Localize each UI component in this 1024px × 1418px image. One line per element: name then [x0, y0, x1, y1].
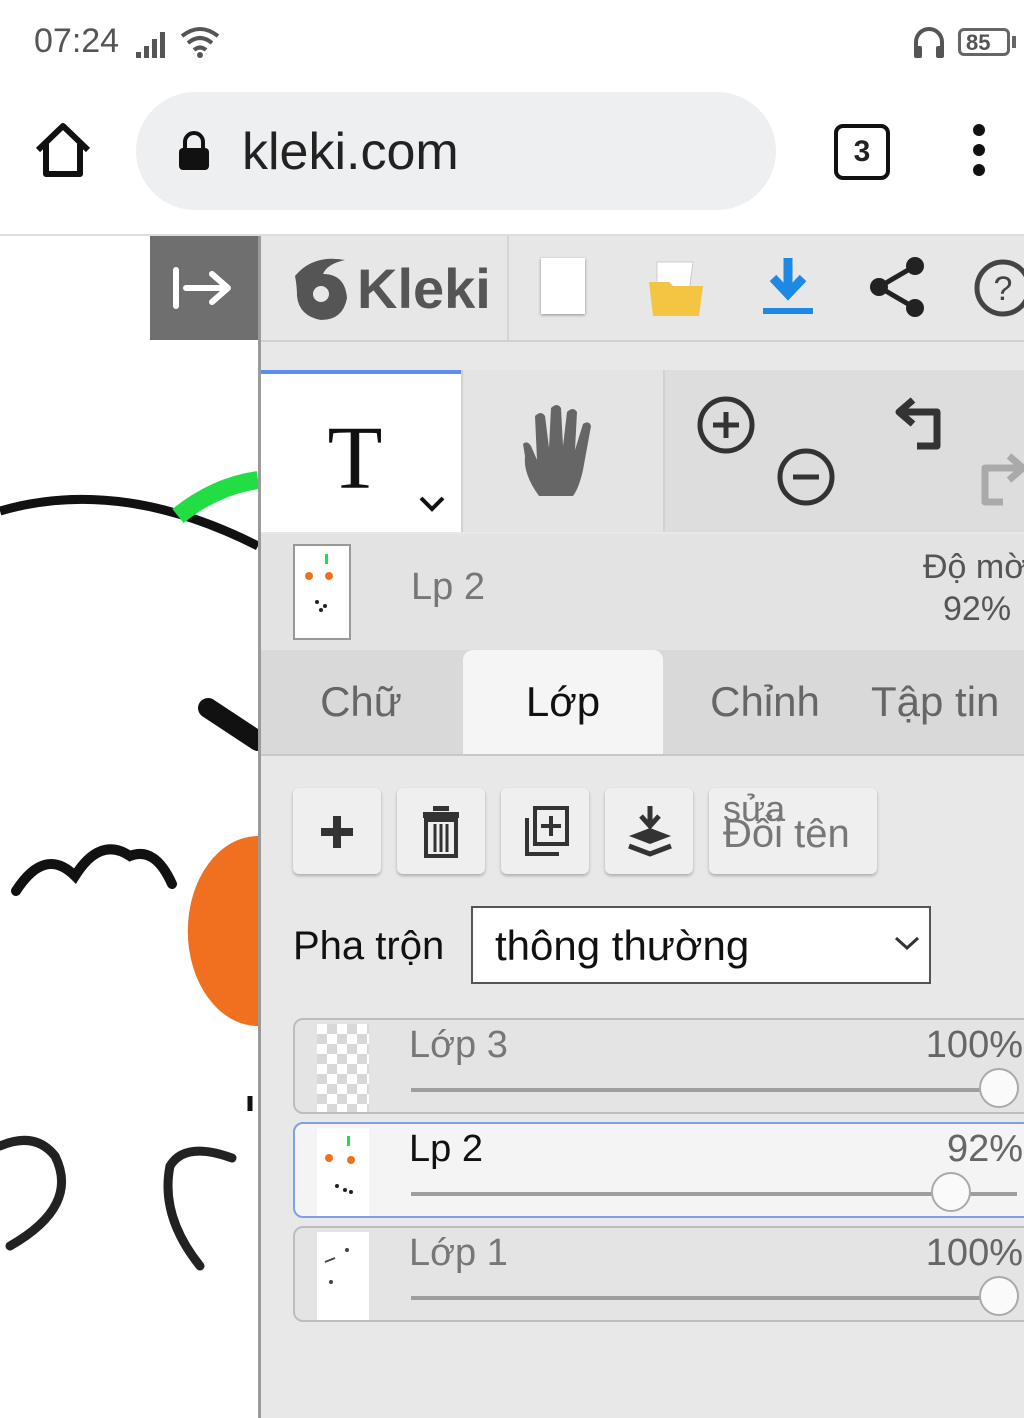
panel-tabs: Chữ Lớp Chỉnh Tập tin — [261, 650, 1024, 756]
undo-icon[interactable] — [893, 394, 955, 454]
layers-panel: sửa Đổi tên Pha trộn thông thường Lớp 3 … — [261, 756, 1024, 1418]
blend-mode-select[interactable]: thông thường — [471, 906, 931, 984]
duplicate-icon — [525, 806, 569, 856]
layer-name: Lớp 3 — [409, 1024, 508, 1066]
zoom-out-icon[interactable] — [775, 446, 837, 508]
text-tool-icon: T — [328, 418, 383, 492]
layer-thumb-drawing — [324, 1248, 349, 1284]
current-layer-opacity: 92% — [943, 590, 1012, 628]
tab-switcher-button[interactable]: 3 — [834, 124, 890, 180]
current-layer-bar[interactable]: Lp 2 Độ mờ 92% — [261, 534, 1024, 650]
app-logo: Kleki — [357, 257, 491, 320]
url-text: kleki.com — [242, 123, 459, 181]
signal-icon — [136, 32, 165, 58]
layer-row-selected[interactable]: Lp 2 92% — [293, 1122, 1024, 1218]
chevron-down-icon[interactable] — [417, 494, 447, 514]
status-bar: 07:24 85 — [0, 0, 1024, 86]
headphones-icon — [914, 27, 944, 58]
opacity-label: Độ mờ — [923, 548, 1024, 586]
kleki-logo-icon — [295, 258, 347, 320]
layer-thumb-drawing — [305, 554, 333, 612]
home-icon[interactable] — [32, 120, 94, 180]
layer-row[interactable]: Lớp 1 100% — [293, 1226, 1024, 1322]
blend-mode-label: Pha trộn — [293, 924, 445, 968]
drawing-canvas[interactable] — [0, 236, 258, 1418]
address-bar[interactable]: kleki.com — [136, 92, 776, 210]
layer-thumbnail — [317, 1024, 369, 1112]
canvas-drawing — [0, 471, 258, 1271]
hand-icon — [523, 405, 591, 496]
opacity-slider-knob[interactable] — [979, 1068, 1019, 1108]
layer-name: Lp 2 — [409, 1128, 483, 1170]
layer-thumb-drawing — [325, 1136, 355, 1194]
battery-icon: 85 — [958, 28, 1010, 56]
history-controls — [845, 370, 1024, 532]
wifi-icon — [180, 27, 220, 58]
toolbar-divider — [507, 236, 509, 340]
tab-file[interactable]: Tập tin — [871, 650, 1024, 754]
open-folder-icon[interactable] — [647, 256, 707, 318]
layer-thumbnail — [317, 1128, 369, 1216]
hand-tool-button[interactable] — [461, 370, 663, 532]
zoom-controls — [663, 370, 845, 532]
merge-down-icon — [628, 806, 672, 857]
merge-down-button[interactable] — [605, 788, 693, 874]
chevron-down-icon — [894, 936, 920, 951]
trash-icon — [423, 806, 459, 858]
blend-mode-value: thông thường — [495, 922, 750, 969]
svg-text:T: T — [328, 418, 383, 492]
add-layer-button[interactable] — [293, 788, 381, 874]
opacity-slider-track[interactable] — [411, 1192, 1017, 1196]
svg-text:?: ? — [994, 270, 1013, 308]
opacity-slider-knob[interactable] — [979, 1276, 1019, 1316]
rename-label: Đổi tên — [723, 812, 850, 856]
lock-icon — [179, 131, 209, 170]
collapse-panel-button[interactable] — [150, 236, 258, 340]
tab-edit[interactable]: Chỉnh — [665, 650, 865, 754]
layer-thumbnail — [317, 1232, 369, 1320]
text-tool-button[interactable]: T — [261, 370, 461, 532]
battery-tip — [1012, 36, 1016, 48]
tool-row: T — [261, 370, 1024, 532]
battery-level: 85 — [966, 30, 991, 55]
opacity-slider-track[interactable] — [411, 1088, 1017, 1092]
current-layer-name: Lp 2 — [411, 566, 485, 608]
collapse-arrow-icon — [173, 267, 231, 309]
zoom-in-icon[interactable] — [695, 394, 757, 456]
top-toolbar: Kleki ? — [261, 236, 1024, 342]
layer-opacity: 100% — [925, 1232, 1023, 1274]
delete-layer-button[interactable] — [397, 788, 485, 874]
duplicate-layer-button[interactable] — [501, 788, 589, 874]
current-layer-thumbnail — [293, 544, 351, 640]
redo-icon[interactable] — [973, 450, 1024, 510]
share-icon[interactable] — [867, 254, 929, 320]
new-file-icon[interactable] — [541, 258, 585, 314]
help-icon[interactable]: ? — [973, 256, 1024, 320]
download-icon[interactable] — [759, 254, 817, 320]
status-time: 07:24 — [34, 22, 120, 60]
opacity-slider-track[interactable] — [411, 1296, 1017, 1300]
more-options-icon[interactable] — [966, 122, 992, 178]
layer-row[interactable]: Lớp 3 100% — [293, 1018, 1024, 1114]
plus-icon — [321, 816, 353, 848]
tab-layers[interactable]: Lớp — [463, 650, 663, 754]
opacity-slider-knob[interactable] — [930, 1172, 971, 1212]
rename-layer-button[interactable]: sửa Đổi tên — [709, 788, 877, 874]
layer-opacity: 92% — [946, 1128, 1023, 1170]
layer-name: Lớp 1 — [409, 1232, 508, 1274]
layer-opacity: 100% — [925, 1024, 1023, 1066]
tool-panel: Kleki ? T Lp 2 Độ mờ 92% Chữ Lớp Chỉnh T… — [258, 236, 1024, 1418]
tab-text[interactable]: Chữ — [261, 650, 461, 754]
